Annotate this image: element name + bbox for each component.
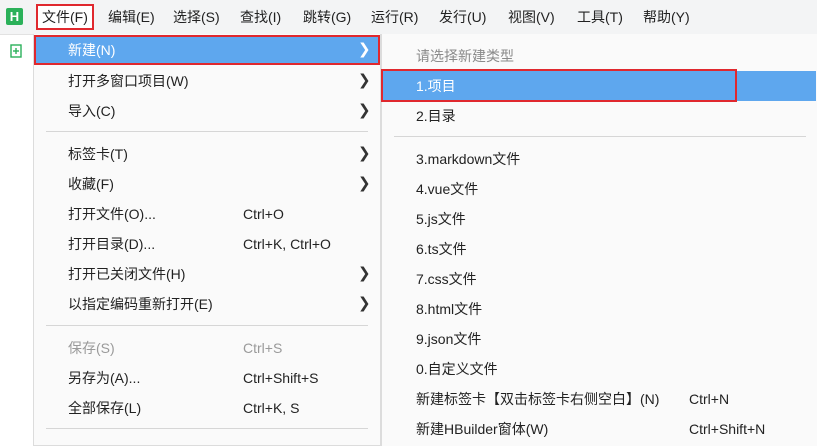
new-file-icon[interactable]: [9, 44, 23, 58]
menu-view[interactable]: 视图(V): [504, 6, 559, 28]
menu-item-label: 标签卡(T): [68, 146, 128, 162]
menu-item-label: 以指定编码重新打开(E): [68, 296, 213, 312]
submenu-item-new-tab[interactable]: 新建标签卡【双击标签卡右侧空白】(N) Ctrl+N: [382, 384, 816, 414]
submenu-item-shortcut: Ctrl+N: [689, 391, 730, 407]
menu-item-save[interactable]: 保存(S) Ctrl+S: [34, 333, 380, 363]
menu-item-label: 全部保存(L): [68, 400, 142, 416]
submenu-item-js[interactable]: 5.js文件: [382, 204, 816, 234]
menu-item-open-closed-file[interactable]: 打开已关闭文件(H) ❯: [34, 259, 380, 289]
submenu-item-vue[interactable]: 4.vue文件: [382, 174, 816, 204]
menu-separator: [46, 325, 368, 326]
submenu-item-label: 3.markdown文件: [416, 151, 521, 167]
submenu-item-directory[interactable]: 2.目录: [382, 101, 816, 131]
menu-item-label: 新建(N): [68, 42, 116, 58]
menu-item-label: 打开文件(O)...: [68, 206, 156, 222]
menu-separator: [46, 428, 368, 429]
left-toolbar: [0, 35, 33, 446]
chevron-right-icon: ❯: [358, 102, 371, 119]
submenu-item-label: 5.js文件: [416, 211, 466, 227]
menu-item-save-as[interactable]: 另存为(A)... Ctrl+Shift+S: [34, 363, 380, 393]
submenu-header: 请选择新建类型: [382, 41, 816, 71]
menu-item-favorites[interactable]: 收藏(F) ❯: [34, 169, 380, 199]
submenu-item-custom-file[interactable]: 0.自定义文件: [382, 354, 816, 384]
file-menu: 新建(N) ❯ 打开多窗口项目(W) ❯ 导入(C) ❯ 标签卡(T) ❯ 收藏…: [33, 34, 381, 446]
menu-item-shortcut: Ctrl+Shift+S: [243, 370, 319, 386]
submenu-item-label: 4.vue文件: [416, 181, 479, 197]
submenu-item-label: 新建HBuilder窗体(W): [416, 421, 549, 437]
menu-select[interactable]: 选择(S): [169, 6, 224, 28]
menu-item-import[interactable]: 导入(C) ❯: [34, 96, 380, 126]
menu-publish[interactable]: 发行(U): [435, 6, 490, 28]
submenu-item-label: 7.css文件: [416, 271, 477, 287]
menu-item-shortcut: Ctrl+O: [243, 206, 284, 222]
menu-item-open-multi-window-project[interactable]: 打开多窗口项目(W) ❯: [34, 66, 380, 96]
submenu-item-css[interactable]: 7.css文件: [382, 264, 816, 294]
menu-item-label: 保存(S): [68, 340, 115, 356]
hbuilder-logo-icon: H: [6, 8, 23, 25]
menu-item-shortcut: Ctrl+K, Ctrl+O: [243, 236, 331, 252]
submenu-item-json[interactable]: 9.json文件: [382, 324, 816, 354]
submenu-item-label: 0.自定义文件: [416, 361, 498, 377]
menu-find[interactable]: 查找(I): [236, 6, 285, 28]
menu-item-new[interactable]: 新建(N) ❯: [34, 35, 380, 65]
menu-tools[interactable]: 工具(T): [573, 6, 627, 28]
submenu-item-label: 1.项目: [416, 78, 456, 94]
menu-edit[interactable]: 编辑(E): [104, 6, 159, 28]
menu-item-save-all[interactable]: 全部保存(L) Ctrl+K, S: [34, 393, 380, 423]
menu-bar: H 文件(F) 编辑(E) 选择(S) 查找(I) 跳转(G) 运行(R) 发行…: [0, 0, 817, 35]
submenu-item-new-window[interactable]: 新建HBuilder窗体(W) Ctrl+Shift+N: [382, 414, 816, 444]
menu-item-label: 打开目录(D)...: [68, 236, 156, 252]
menu-item-tab-card[interactable]: 标签卡(T) ❯: [34, 139, 380, 169]
menu-item-label: 导入(C): [68, 103, 116, 119]
new-submenu: 请选择新建类型 1.项目 2.目录 3.markdown文件 4.vue文件 5…: [381, 34, 817, 446]
submenu-item-label: 8.html文件: [416, 301, 483, 317]
menu-item-label: 收藏(F): [68, 176, 114, 192]
menu-item-reopen-with-encoding[interactable]: 以指定编码重新打开(E) ❯: [34, 289, 380, 319]
menu-item-open-directory[interactable]: 打开目录(D)... Ctrl+K, Ctrl+O: [34, 229, 380, 259]
submenu-item-html[interactable]: 8.html文件: [382, 294, 816, 324]
menu-goto[interactable]: 跳转(G): [299, 6, 355, 28]
menu-item-shortcut: Ctrl+K, S: [243, 400, 300, 416]
submenu-item-markdown[interactable]: 3.markdown文件: [382, 144, 816, 174]
submenu-header-label: 请选择新建类型: [416, 48, 514, 64]
menu-separator: [46, 131, 368, 132]
chevron-right-icon: ❯: [358, 72, 371, 89]
submenu-item-ts[interactable]: 6.ts文件: [382, 234, 816, 264]
menu-item-shortcut: Ctrl+S: [243, 340, 283, 356]
submenu-item-label: 2.目录: [416, 108, 456, 124]
menu-item-label: 另存为(A)...: [68, 370, 141, 386]
menu-item-open-file[interactable]: 打开文件(O)... Ctrl+O: [34, 199, 380, 229]
submenu-item-label: 9.json文件: [416, 331, 482, 347]
menu-item-label: 打开多窗口项目(W): [68, 73, 189, 89]
submenu-item-project[interactable]: 1.项目: [382, 71, 816, 101]
submenu-item-shortcut: Ctrl+Shift+N: [689, 421, 766, 437]
menu-run[interactable]: 运行(R): [367, 6, 422, 28]
menu-item-label: 打开已关闭文件(H): [68, 266, 186, 282]
menu-file[interactable]: 文件(F): [36, 4, 94, 30]
menu-help[interactable]: 帮助(Y): [639, 6, 694, 28]
submenu-item-label: 6.ts文件: [416, 241, 467, 257]
chevron-right-icon: ❯: [358, 265, 371, 282]
submenu-separator: [394, 136, 806, 137]
chevron-right-icon: ❯: [358, 175, 371, 192]
submenu-item-label: 新建标签卡【双击标签卡右侧空白】(N): [416, 391, 660, 407]
chevron-right-icon: ❯: [358, 145, 371, 162]
chevron-right-icon: ❯: [358, 41, 371, 58]
chevron-right-icon: ❯: [358, 295, 371, 312]
